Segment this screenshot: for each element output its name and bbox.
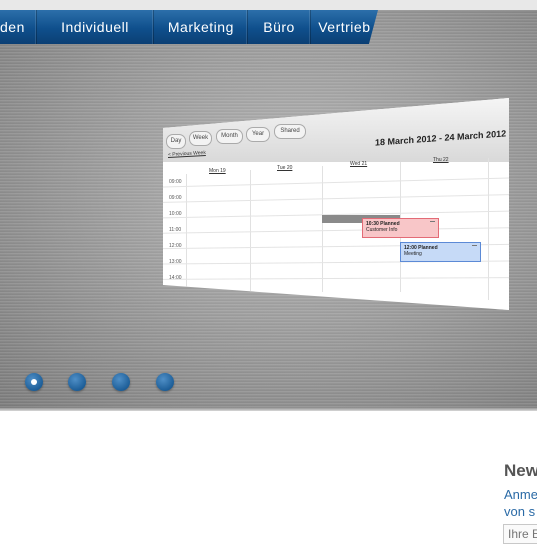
slider-dot-2[interactable] <box>68 373 86 391</box>
view-day-button[interactable]: Day <box>166 134 186 149</box>
nav-item-individuell[interactable]: Individuell <box>37 10 155 44</box>
nav-item-partial[interactable]: den <box>0 10 37 44</box>
slider-dot-3[interactable] <box>112 373 130 391</box>
calendar-header <box>163 98 509 162</box>
newsletter-line-1: Anme <box>504 487 537 502</box>
event-meeting[interactable]: 12:00 Planned Meeting <box>400 242 481 262</box>
newsletter-email-input[interactable] <box>503 524 537 544</box>
grid-column-divider <box>322 166 323 292</box>
column-header-mon: Mon 19 <box>209 168 226 174</box>
grid-column-divider <box>186 174 187 296</box>
view-shared-button[interactable]: Shared <box>274 124 306 139</box>
column-header-wed: Wed 21 <box>350 161 368 167</box>
slider-dot-4[interactable] <box>156 373 174 391</box>
view-month-button[interactable]: Month <box>216 129 243 144</box>
event-title: Customer Info <box>366 227 398 233</box>
event-customer-info[interactable]: 10:30 Planned Customer Info <box>362 218 439 238</box>
slider-dot-1[interactable] <box>25 373 43 391</box>
nav-item-vertrieb[interactable]: Vertrieb <box>311 10 378 44</box>
hour-label: 09:00 <box>169 179 182 185</box>
nav-item-marketing[interactable]: Marketing <box>154 10 249 44</box>
view-year-button[interactable]: Year <box>246 127 270 142</box>
grid-row-line <box>163 277 509 280</box>
newsletter-description: Anme von s <box>504 486 537 520</box>
column-header-tue: Tue 20 <box>277 165 293 171</box>
newsletter-title: New <box>504 461 537 480</box>
grid-column-divider <box>488 158 489 300</box>
event-menu-icon <box>472 245 477 246</box>
hero-bottom-edge <box>0 408 537 411</box>
calendar-screenshot: Day Week Month Year Shared 18 March 2012… <box>163 98 509 310</box>
column-header-thu: Thu 22 <box>433 157 449 163</box>
hour-label: 14:00 <box>169 275 182 281</box>
event-menu-icon <box>430 221 435 222</box>
view-week-button[interactable]: Week <box>189 131 212 146</box>
newsletter-line-2: von s <box>504 504 536 519</box>
hour-label: 10:00 <box>169 211 182 217</box>
grid-row-line <box>163 194 509 203</box>
event-title: Meeting <box>404 251 422 257</box>
grid-row-line <box>163 177 509 188</box>
hour-label: 11:00 <box>169 227 182 233</box>
main-navigation: den Individuell Marketing Büro Vertrieb <box>0 10 378 44</box>
hour-label: 12:00 <box>169 243 182 249</box>
hour-label: 09:00 <box>169 195 182 201</box>
nav-item-buero[interactable]: Büro <box>248 10 311 44</box>
grid-row-line <box>163 227 509 234</box>
hero-banner: Day Week Month Year Shared 18 March 2012… <box>0 10 537 408</box>
hour-label: 13:00 <box>169 259 182 265</box>
